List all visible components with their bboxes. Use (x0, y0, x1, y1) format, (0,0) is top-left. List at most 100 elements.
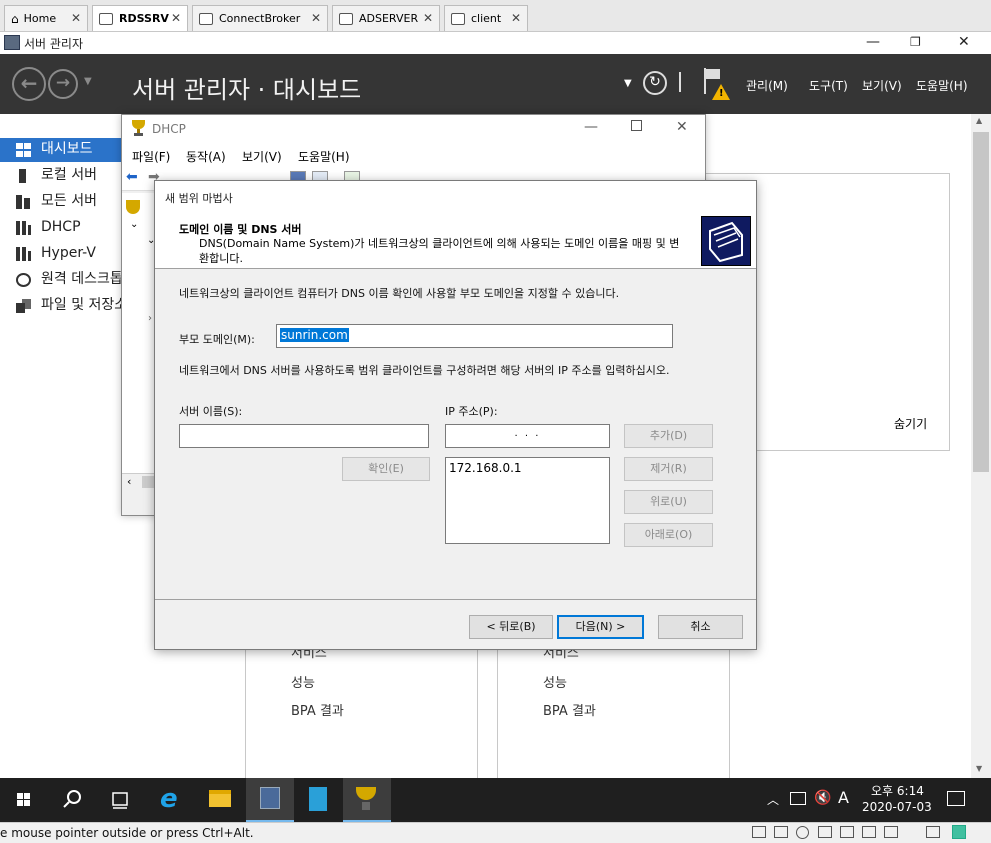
vm-tab-home[interactable]: ⌂ Home ✕ (4, 5, 88, 31)
close-icon[interactable]: ✕ (511, 11, 521, 25)
dashboard-tile-right: 서비스 성능 BPA 결과 (497, 640, 730, 780)
scroll-down-icon[interactable]: ▼ (976, 764, 982, 773)
parent-domain-label: 부모 도메인(M): (179, 333, 255, 346)
chevron-down-icon[interactable]: ▼ (84, 76, 92, 87)
taskbar-server-manager[interactable] (246, 778, 294, 822)
dhcp-trophy-icon (356, 787, 376, 800)
tile-item-bpa[interactable]: BPA 결과 (291, 700, 344, 719)
search-icon (63, 790, 81, 808)
clock-time[interactable]: 오후 6:14 (871, 782, 924, 799)
scroll-left-icon[interactable]: ‹ (127, 475, 131, 488)
start-button[interactable] (0, 778, 48, 822)
sidebar-item-hyperv[interactable]: Hyper-V (0, 242, 130, 266)
sidebar-item-all-servers[interactable]: 모든 서버 (0, 190, 130, 214)
vm-tab-client[interactable]: client ✕ (444, 5, 528, 31)
network-adapter-icon[interactable] (818, 826, 832, 838)
dhcp-icon (16, 221, 31, 235)
printer-icon[interactable] (840, 826, 854, 838)
taskbar-app-blue[interactable] (294, 778, 342, 822)
collapse-icon[interactable]: › (148, 313, 152, 324)
back-arrow-icon[interactable]: ⬅ (126, 169, 142, 185)
server-name-label: 서버 이름(S): (179, 405, 243, 418)
minimize-icon[interactable]: — (584, 119, 598, 135)
display-icon[interactable] (884, 826, 898, 838)
back-button[interactable]: < 뒤로(B) (469, 615, 553, 639)
sidebar-item-remote-desktop[interactable]: 원격 데스크톱 서비스 (0, 268, 130, 292)
sidebar-item-dhcp[interactable]: DHCP (0, 216, 130, 240)
internet-explorer-icon: e (160, 784, 178, 814)
sidebar-item-dashboard[interactable]: 대시보드 (0, 138, 130, 162)
menu-help[interactable]: 도움말(H) (916, 77, 968, 94)
maximize-icon[interactable] (631, 120, 642, 131)
next-button[interactable]: 다음(N) > (557, 615, 644, 639)
hdd-icon[interactable] (774, 826, 788, 838)
ip-list-item[interactable]: 172.168.0.1 (449, 461, 606, 475)
ime-indicator[interactable]: A (838, 788, 849, 807)
back-arrow-icon[interactable]: ← (12, 67, 46, 101)
expand-icon[interactable]: ⌄ (130, 219, 138, 230)
vm-tab-adserver[interactable]: ADSERVER ✕ (332, 5, 440, 31)
taskbar-internet-explorer[interactable]: e (148, 778, 196, 822)
menu-manage[interactable]: 관리(M) (746, 77, 788, 94)
ip-address-list[interactable]: 172.168.0.1 (445, 457, 610, 544)
minimize-icon[interactable]: — (866, 34, 880, 50)
tile-item-performance[interactable]: 성능 (543, 672, 567, 691)
close-icon[interactable]: ✕ (676, 119, 688, 135)
server-name-input[interactable] (179, 424, 429, 448)
chevron-down-icon[interactable]: ▼ (624, 78, 632, 89)
remote-desktop-icon (16, 273, 31, 287)
move-down-button[interactable]: 아래로(O) (624, 523, 713, 547)
usb-icon[interactable] (926, 826, 940, 838)
network-icon[interactable] (790, 792, 806, 805)
parent-domain-input[interactable]: sunrin.com (276, 324, 673, 348)
menu-tools[interactable]: 도구(T) (809, 77, 848, 94)
audio-icon[interactable] (862, 826, 876, 838)
chevron-up-icon[interactable]: ︿ (767, 791, 779, 808)
close-icon[interactable]: ✕ (71, 11, 81, 25)
close-icon[interactable]: ✕ (311, 11, 321, 25)
forward-arrow-icon[interactable]: → (48, 69, 78, 99)
speaker-muted-icon[interactable]: 🔇 (814, 790, 831, 806)
taskbar-file-explorer[interactable] (196, 778, 244, 822)
hdd-icon[interactable] (752, 826, 766, 838)
remove-button[interactable]: 제거(R) (624, 457, 713, 481)
dashboard-tile-left: 서비스 성능 BPA 결과 (245, 640, 478, 780)
message-icon[interactable] (952, 825, 966, 839)
sidebar-item-file-storage[interactable]: 파일 및 저장소 서비스 (0, 294, 130, 318)
refresh-icon[interactable]: ↻ (643, 71, 667, 95)
scrollbar-thumb[interactable] (142, 476, 154, 488)
clock-date[interactable]: 2020-07-03 (862, 800, 932, 814)
cd-icon[interactable] (796, 826, 809, 839)
action-center-icon[interactable] (947, 791, 965, 806)
search-button[interactable] (48, 778, 96, 822)
restore-icon[interactable]: ❐ (910, 35, 921, 49)
task-view-button[interactable] (96, 778, 144, 822)
menu-file[interactable]: 파일(F) (132, 148, 170, 165)
menu-action[interactable]: 동작(A) (186, 148, 226, 165)
menu-view[interactable]: 보기(V) (862, 77, 902, 94)
sidebar-item-local-server[interactable]: 로컬 서버 (0, 164, 130, 188)
vm-status-bar: e mouse pointer outside or press Ctrl+Al… (0, 822, 991, 843)
tile-item-performance[interactable]: 성능 (291, 672, 315, 691)
tile-item-bpa[interactable]: BPA 결과 (543, 700, 596, 719)
close-icon[interactable]: ✕ (958, 34, 970, 50)
scrollbar-thumb[interactable] (973, 132, 989, 472)
vm-tab-connectbroker[interactable]: ConnectBroker ✕ (192, 5, 328, 31)
close-icon[interactable]: ✕ (171, 11, 181, 25)
taskbar-dhcp[interactable] (343, 778, 391, 822)
horizontal-scrollbar[interactable]: ‹ (122, 473, 156, 491)
menu-help[interactable]: 도움말(H) (298, 148, 350, 165)
move-up-button[interactable]: 위로(U) (624, 490, 713, 514)
menu-view[interactable]: 보기(V) (242, 148, 282, 165)
notification-flag-icon[interactable]: ! (702, 68, 730, 102)
resolve-button[interactable]: 확인(E) (342, 457, 430, 481)
close-icon[interactable]: ✕ (423, 11, 433, 25)
hide-link[interactable]: 숨기기 (894, 415, 927, 432)
scroll-up-icon[interactable]: ▲ (976, 116, 982, 125)
ip-address-input[interactable]: . . . (445, 424, 610, 448)
vm-tab-rdssrv[interactable]: RDSSRV ✕ (92, 5, 188, 31)
wizard-title: 새 범위 마법사 (165, 192, 233, 205)
add-button[interactable]: 추가(D) (624, 424, 713, 448)
parent-domain-value: sunrin.com (280, 328, 349, 342)
cancel-button[interactable]: 취소 (658, 615, 743, 639)
